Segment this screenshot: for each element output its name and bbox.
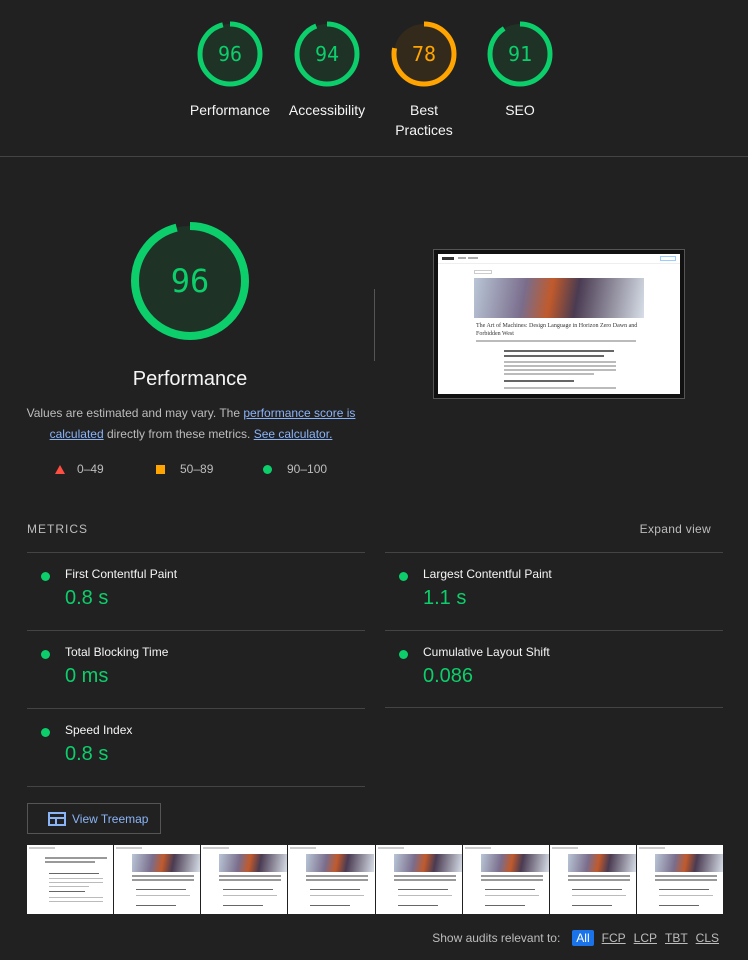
legend-pass-label: 90–100 <box>287 462 328 476</box>
metric-name: Total Blocking Time <box>65 645 169 659</box>
vertical-divider <box>374 289 375 361</box>
treemap-icon <box>48 812 66 826</box>
gauge-score: 94 <box>314 42 340 66</box>
filter-chip-all[interactable]: All <box>572 930 594 946</box>
pass-dot-icon <box>41 650 50 659</box>
divider <box>385 630 723 631</box>
screenshot-hero-image <box>474 278 644 318</box>
screenshot-page: The Art of Machines: Design Language in … <box>438 254 680 394</box>
divider <box>27 552 365 553</box>
filter-chip-cls[interactable]: CLS <box>696 931 719 945</box>
screenshot-title: The Art of Machines: Design Language in … <box>476 323 638 337</box>
legend-average: 50–89 <box>156 462 213 476</box>
performance-score: 96 <box>170 262 210 300</box>
metric-name: Speed Index <box>65 723 133 737</box>
metric-value: 0.086 <box>423 665 474 687</box>
filmstrip-frame <box>636 845 723 914</box>
performance-title: Performance <box>132 368 248 390</box>
filmstrip-frame <box>549 845 636 914</box>
view-treemap-label: View Treemap <box>72 812 149 826</box>
legend-fail: 0–49 <box>55 462 104 476</box>
metric-name: Cumulative Layout Shift <box>423 645 550 659</box>
expand-view-toggle[interactable]: Expand view <box>640 522 711 536</box>
view-treemap-button[interactable]: View Treemap <box>27 803 161 834</box>
audit-filter: Show audits relevant to: All FCP LCP TBT CLS <box>432 930 719 946</box>
see-calculator-link[interactable]: See calculator. <box>254 427 333 441</box>
divider <box>385 552 723 553</box>
divider <box>27 630 365 631</box>
square-icon <box>156 465 165 474</box>
circle-icon <box>263 465 272 474</box>
description-text: Values are estimated and may vary. The <box>26 406 244 420</box>
gauge-label: SEO <box>505 102 535 118</box>
metric-value: 1.1 s <box>423 587 467 609</box>
pass-dot-icon <box>399 650 408 659</box>
metric-value: 0.8 s <box>65 743 109 765</box>
gauge-ring: 96 <box>196 20 264 88</box>
metric-name: First Contentful Paint <box>65 567 178 581</box>
triangle-icon <box>55 465 65 474</box>
filmstrip-frame <box>288 845 375 914</box>
filmstrip-frame <box>27 845 114 914</box>
legend-fail-label: 0–49 <box>77 462 104 476</box>
gauge-score: 91 <box>507 42 533 66</box>
divider <box>385 707 723 708</box>
gauge-ring: 94 <box>293 20 361 88</box>
final-screenshot[interactable]: The Art of Machines: Design Language in … <box>433 249 685 399</box>
filter-chip-tbt[interactable]: TBT <box>665 931 688 945</box>
gauge-seo[interactable]: 91 SEO <box>460 20 580 120</box>
filmstrip-frame <box>201 845 288 914</box>
metric-value: 0 ms <box>65 665 109 687</box>
legend-pass: 90–100 <box>263 462 327 476</box>
gauge-ring: 91 <box>486 20 554 88</box>
filter-chip-lcp[interactable]: LCP <box>634 931 657 945</box>
performance-gauge-large: 96 <box>130 221 250 341</box>
category-gauges: 96 Performance 94 Accessibility 78 Best … <box>0 0 748 157</box>
pass-dot-icon <box>399 572 408 581</box>
gauge-label: Best Practices <box>395 102 453 138</box>
gauge-ring: 78 <box>390 20 458 88</box>
pass-dot-icon <box>41 572 50 581</box>
metrics-header: METRICS <box>27 522 88 536</box>
metric-value: 0.8 s <box>65 587 109 609</box>
divider <box>27 708 365 709</box>
legend-average-label: 50–89 <box>180 462 214 476</box>
performance-description: Values are estimated and may vary. The p… <box>24 403 358 445</box>
audit-filter-label: Show audits relevant to: <box>432 931 561 945</box>
pass-dot-icon <box>41 728 50 737</box>
screenshot-nav <box>438 254 680 264</box>
filter-chip-fcp[interactable]: FCP <box>602 931 626 945</box>
description-text: directly from these metrics. <box>103 427 254 441</box>
divider <box>27 786 365 787</box>
filmstrip <box>27 845 723 914</box>
filmstrip-frame <box>375 845 462 914</box>
filmstrip-frame <box>114 845 201 914</box>
metric-name: Largest Contentful Paint <box>423 567 552 581</box>
gauge-score: 78 <box>411 42 437 66</box>
filmstrip-frame <box>462 845 549 914</box>
gauge-score: 96 <box>217 42 243 66</box>
